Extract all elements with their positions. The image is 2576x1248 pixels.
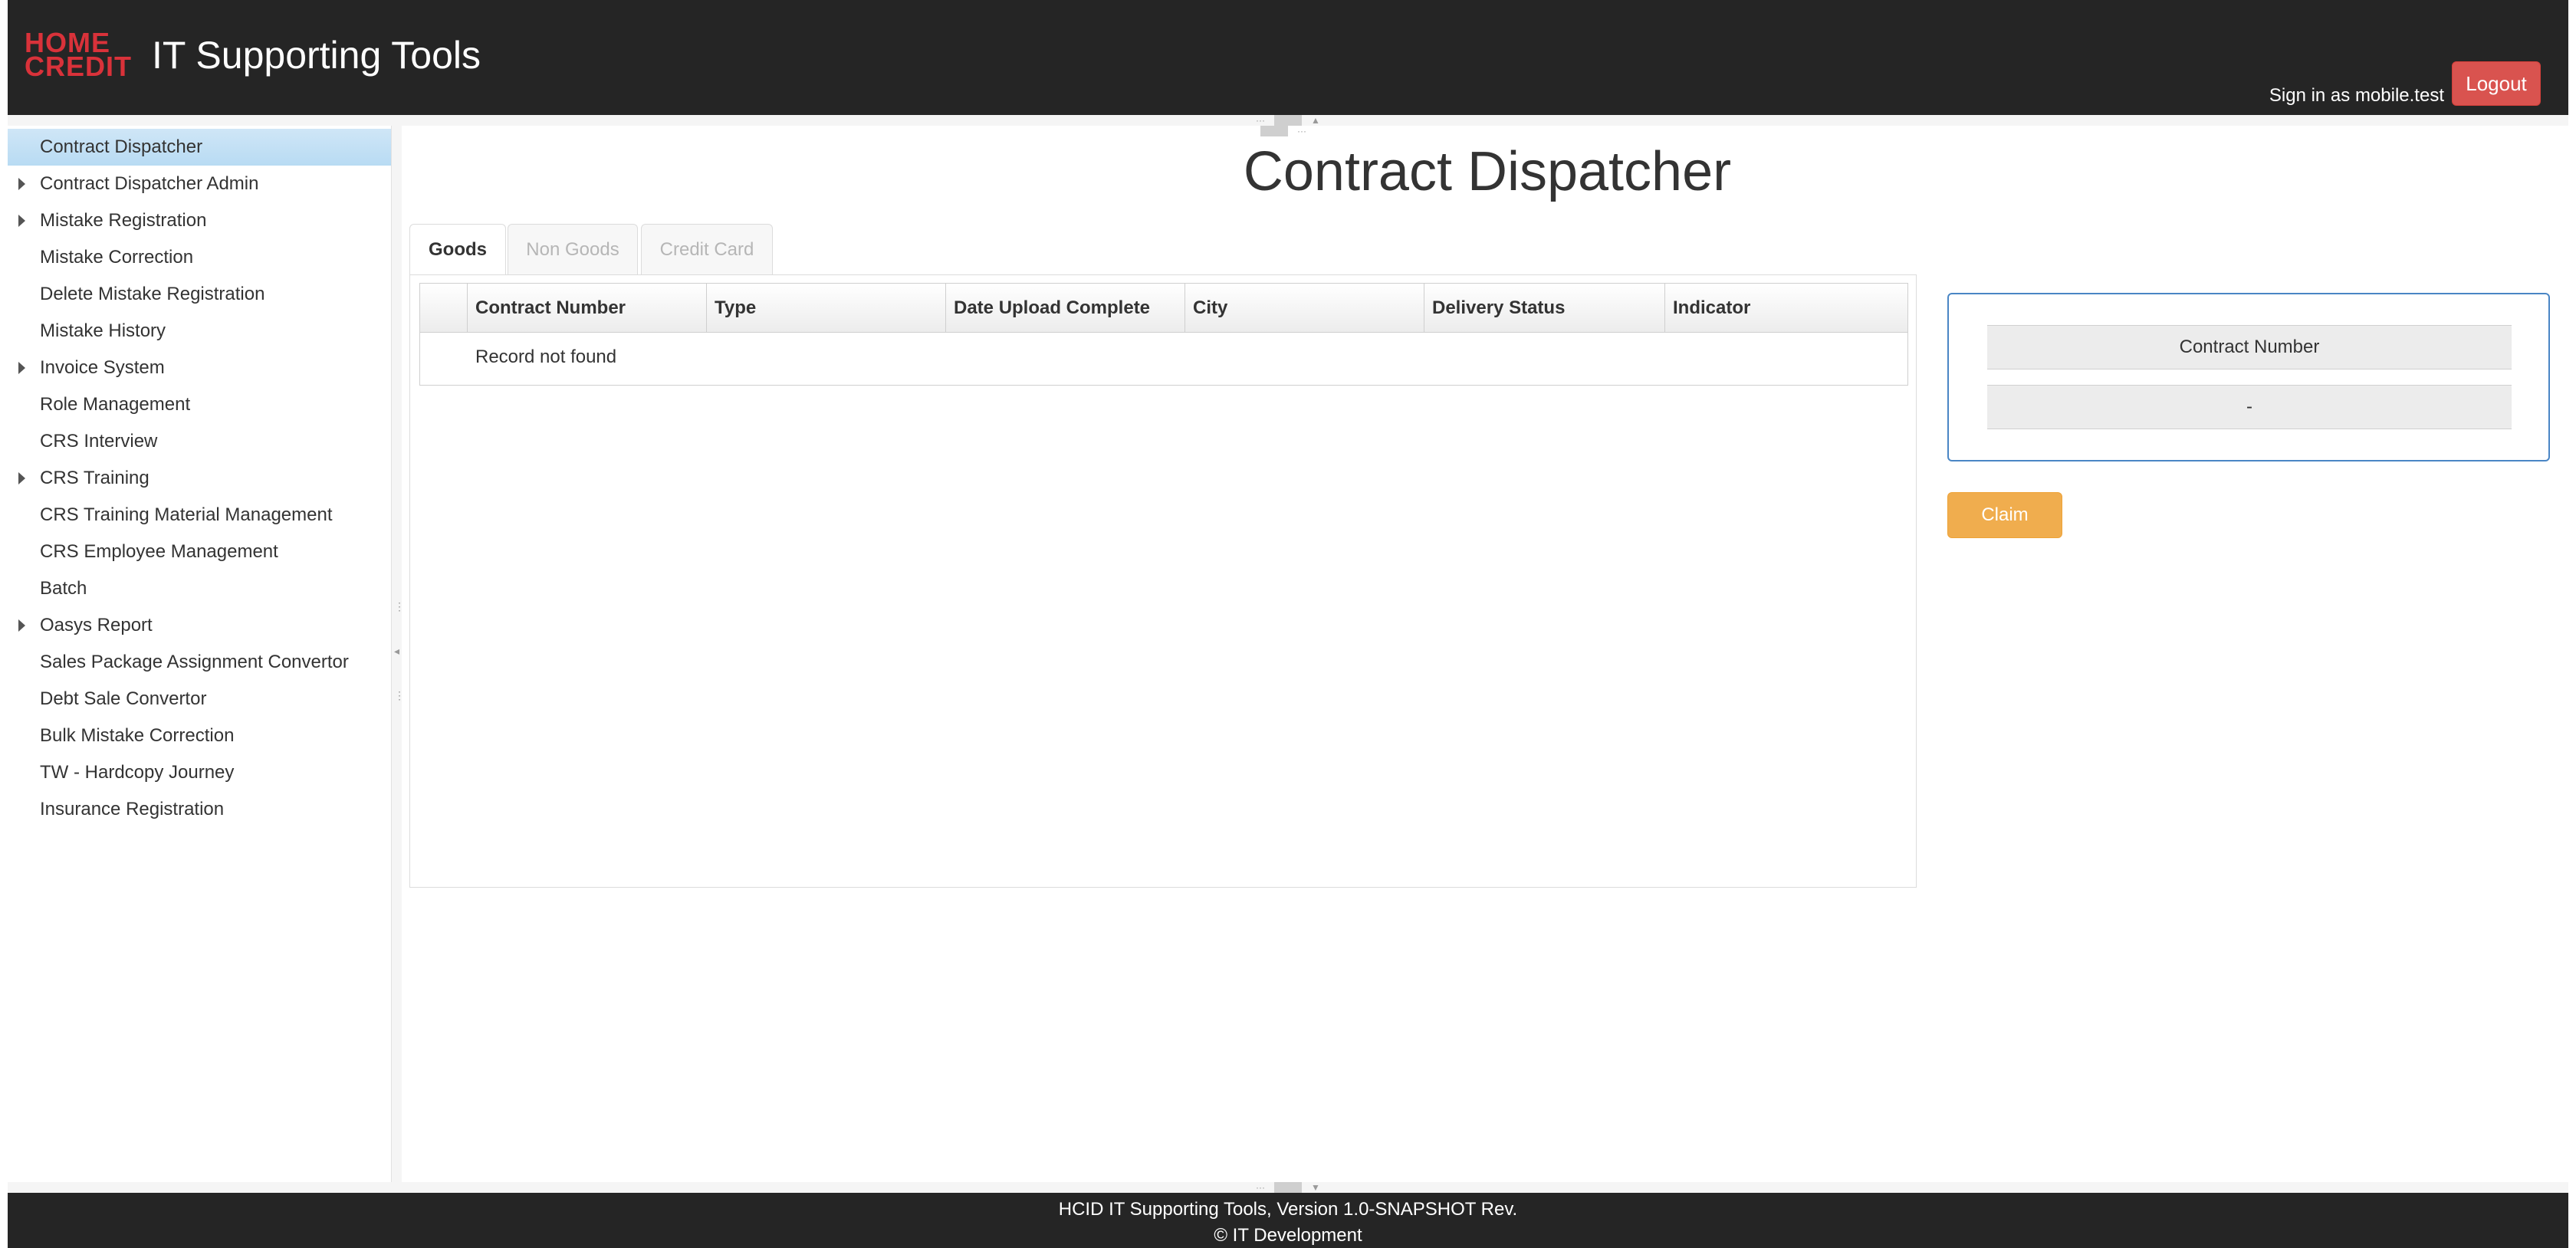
sidebar-item-mistake-registration[interactable]: Mistake Registration <box>8 202 391 239</box>
bottom-resizer[interactable]: ···▼··· <box>8 1182 2568 1204</box>
sidebar-item-label: Insurance Registration <box>40 799 225 819</box>
sidebar-item-label: CRS Interview <box>40 431 158 452</box>
grip-dots-icon: ⋮ <box>394 600 405 613</box>
sidebar-item-label: CRS Employee Management <box>40 541 278 562</box>
sidebar-item-crs-training-material-management[interactable]: CRS Training Material Management <box>8 497 391 534</box>
sidebar-nav: Contract Dispatcher Contract Dispatcher … <box>8 126 391 1182</box>
sidebar-item-label: Contract Dispatcher <box>40 136 203 157</box>
goods-tab-panel: Contract Number Type Date Upload Complet… <box>409 274 1917 888</box>
sidebar-item-contract-dispatcher[interactable]: Contract Dispatcher <box>8 129 391 166</box>
left-margin <box>0 0 8 1248</box>
app-title: IT Supporting Tools <box>152 34 481 77</box>
sidebar-item-label: Bulk Mistake Correction <box>40 725 235 746</box>
detail-contract-number-value: - <box>1987 385 2512 429</box>
expand-arrow-icon[interactable] <box>18 362 25 374</box>
bottom-resizer-grip[interactable]: ···▼··· <box>1242 1182 1334 1204</box>
tab-non-goods[interactable]: Non Goods <box>508 224 638 274</box>
detail-contract-number-header: Contract Number <box>1987 325 2512 369</box>
sidebar-item-label: Contract Dispatcher Admin <box>40 173 259 194</box>
sidebar-item-crs-training[interactable]: CRS Training <box>8 460 391 497</box>
right-margin <box>2568 0 2576 1248</box>
sidebar-item-label: Sales Package Assignment Convertor <box>40 652 349 672</box>
collapse-down-icon[interactable]: ▼ <box>1302 1182 1329 1193</box>
sidebar-item-label: Delete Mistake Registration <box>40 284 265 304</box>
page-title: Contract Dispatcher <box>1243 141 1732 202</box>
sidebar-item-label: CRS Training Material Management <box>40 504 333 525</box>
sidebar-item-label: Batch <box>40 578 87 599</box>
logo-line-2: CREDIT <box>25 51 132 82</box>
grip-dots-icon: ··· <box>1256 1182 1265 1193</box>
home-credit-logo: HOME CREDIT <box>25 29 132 82</box>
sidebar-item-label: CRS Training <box>40 468 150 488</box>
sidebar-item-delete-mistake-registration[interactable]: Delete Mistake Registration <box>8 276 391 313</box>
sidebar-item-bulk-mistake-correction[interactable]: Bulk Mistake Correction <box>8 718 391 754</box>
table-header-row: Contract Number Type Date Upload Complet… <box>420 284 1907 333</box>
footer-copyright: © IT Development <box>1214 1225 1362 1246</box>
sidebar-item-label: Oasys Report <box>40 615 153 635</box>
collapse-left-icon[interactable]: ◂ <box>394 645 399 656</box>
sidebar-item-label: Mistake History <box>40 320 166 341</box>
column-header-contract-number[interactable]: Contract Number <box>468 284 707 332</box>
grip-dots-icon: ··· <box>1256 115 1265 126</box>
expand-arrow-icon[interactable] <box>18 178 25 190</box>
sidebar-splitter[interactable]: ⋮ ◂ ⋮ <box>391 126 405 1182</box>
sidebar-item-crs-interview[interactable]: CRS Interview <box>8 423 391 460</box>
contract-detail-panel: Contract Number - <box>1947 293 2550 461</box>
sidebar-item-batch[interactable]: Batch <box>8 570 391 607</box>
sidebar-item-debt-sale-convertor[interactable]: Debt Sale Convertor <box>8 681 391 718</box>
sidebar-item-label: Debt Sale Convertor <box>40 688 207 709</box>
sidebar-item-mistake-correction[interactable]: Mistake Correction <box>8 239 391 276</box>
sidebar-item-tw-hardcopy-journey[interactable]: TW - Hardcopy Journey <box>8 754 391 791</box>
empty-table-message: Record not found <box>475 346 617 367</box>
sidebar-item-label: Role Management <box>40 394 191 415</box>
claim-button[interactable]: Claim <box>1947 492 2062 538</box>
column-header-city[interactable]: City <box>1185 284 1424 332</box>
sidebar-item-invoice-system[interactable]: Invoice System <box>8 350 391 386</box>
collapse-up-icon[interactable]: ▲ <box>1302 115 1329 126</box>
sidebar-item-sales-package-assignment-convertor[interactable]: Sales Package Assignment Convertor <box>8 644 391 681</box>
expand-arrow-icon[interactable] <box>18 215 25 227</box>
column-header-selector[interactable] <box>420 284 468 332</box>
sidebar-item-crs-employee-management[interactable]: CRS Employee Management <box>8 534 391 570</box>
contracts-table: Contract Number Type Date Upload Complet… <box>419 283 1908 386</box>
sidebar-item-label: Invoice System <box>40 357 165 378</box>
sidebar-item-oasys-report[interactable]: Oasys Report <box>8 607 391 644</box>
column-header-type[interactable]: Type <box>707 284 946 332</box>
sidebar-item-label: Mistake Correction <box>40 247 194 268</box>
app-header: HOME CREDIT IT Supporting Tools Sign in … <box>8 0 2568 115</box>
sidebar-item-mistake-history[interactable]: Mistake History <box>8 313 391 350</box>
column-header-delivery-status[interactable]: Delivery Status <box>1424 284 1665 332</box>
footer-version: HCID IT Supporting Tools, Version 1.0-SN… <box>1058 1199 1518 1220</box>
grip-dots-icon: ⋮ <box>394 689 405 701</box>
expand-arrow-icon[interactable] <box>18 619 25 632</box>
app-footer: HCID IT Supporting Tools, Version 1.0-SN… <box>8 1193 2568 1248</box>
tab-goods[interactable]: Goods <box>409 224 506 276</box>
grip-dots-icon: ··· <box>1297 126 1306 136</box>
signed-in-user: Sign in as mobile.test <box>2269 85 2444 106</box>
logout-button[interactable]: Logout <box>2452 61 2541 106</box>
top-resizer[interactable]: ··· ▲··· <box>8 115 2568 136</box>
sidebar-item-role-management[interactable]: Role Management <box>8 386 391 423</box>
sidebar-item-label: TW - Hardcopy Journey <box>40 762 235 783</box>
sidebar-item-contract-dispatcher-admin[interactable]: Contract Dispatcher Admin <box>8 166 391 202</box>
column-header-indicator[interactable]: Indicator <box>1665 284 1907 332</box>
top-resizer-grip[interactable]: ··· ▲··· <box>1242 115 1334 136</box>
tab-credit-card[interactable]: Credit Card <box>641 224 773 274</box>
column-header-date-upload-complete[interactable]: Date Upload Complete <box>946 284 1185 332</box>
sidebar-item-insurance-registration[interactable]: Insurance Registration <box>8 791 391 828</box>
expand-arrow-icon[interactable] <box>18 472 25 484</box>
sidebar-item-label: Mistake Registration <box>40 210 207 231</box>
